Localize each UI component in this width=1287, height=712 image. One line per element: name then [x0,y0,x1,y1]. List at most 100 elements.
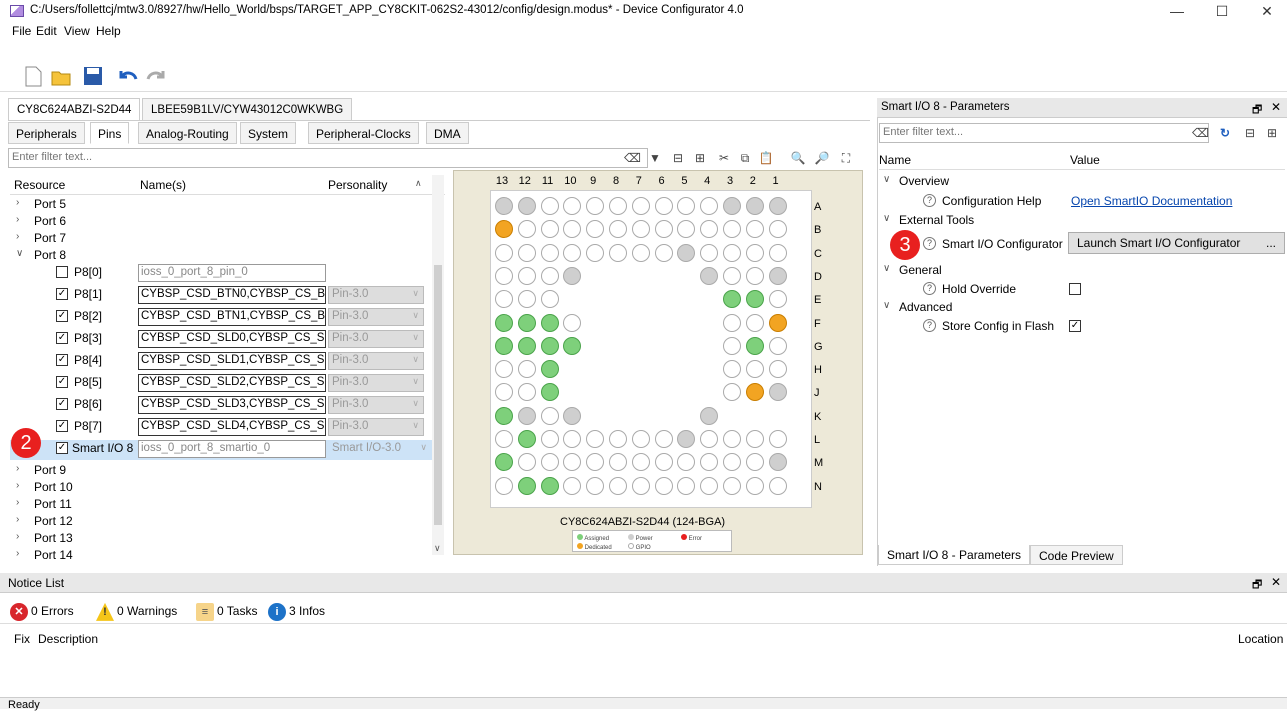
package-pin-ball[interactable] [586,453,605,472]
package-pin-ball[interactable] [540,336,559,355]
package-pin-ball[interactable] [517,476,536,495]
smartio-personality-select[interactable]: Smart I/O-3.0 ∨ [328,440,432,458]
tab-peripheral-clocks[interactable]: Peripheral-Clocks [308,122,419,144]
package-pin-ball[interactable] [745,453,764,472]
package-pin-ball[interactable] [723,266,741,285]
package-pin-ball[interactable] [745,336,764,355]
tree-port-9[interactable]: › Port 9 [10,462,430,479]
package-pin-ball[interactable] [609,197,627,215]
personality-select[interactable]: Pin-3.0 ∨ [328,330,424,348]
pin-row-p8-5[interactable]: ✓ P8[5] CYBSP_CSD_SLD2,CYBSP_CS_SLD2 Pin… [10,374,430,394]
clear-filter-icon[interactable]: ⌫ [1192,125,1209,141]
collapse-all-icon[interactable]: ⊟ [670,150,686,166]
menu-help[interactable]: Help [96,24,121,38]
new-file-icon[interactable] [22,65,44,87]
package-pin-ball[interactable] [586,476,605,495]
package-pin-ball[interactable] [768,360,787,379]
pin-name-field[interactable]: CYBSP_CSD_SLD0,CYBSP_CS_SLD0 [138,330,326,348]
package-pin-ball[interactable] [540,266,559,285]
package-pin-ball[interactable] [540,406,559,425]
package-pin-ball[interactable] [540,476,559,495]
tab-dma[interactable]: DMA [426,122,469,144]
package-pin-ball[interactable] [495,336,513,355]
open-folder-icon[interactable] [50,65,72,87]
tab-analog-routing[interactable]: Analog-Routing [138,122,237,144]
pin-row-p8-7[interactable]: ✓ P8[7] CYBSP_CSD_SLD4,CYBSP_CS_SLD4 Pin… [10,418,430,438]
package-pin-ball[interactable] [495,430,513,448]
package-pin-ball[interactable] [540,290,559,309]
package-pin-ball[interactable] [495,243,513,262]
package-pin-ball[interactable] [540,383,559,402]
package-pin-ball[interactable] [745,383,764,402]
package-pin-ball[interactable] [540,313,559,332]
tree-port-8[interactable]: ∨ Port 8 [10,247,430,264]
close-panel-icon[interactable]: ✕ [1271,575,1281,589]
package-pin-ball[interactable] [495,406,513,425]
launch-smartio-configurator-button[interactable]: Launch Smart I/O Configurator ... [1068,232,1285,254]
package-pin-ball[interactable] [768,266,787,285]
tree-port-14[interactable]: › Port 14 [10,547,430,564]
pin-name-field[interactable]: CYBSP_CSD_SLD2,CYBSP_CS_SLD2 [138,374,326,392]
package-pin-ball[interactable] [563,266,582,285]
package-pin-ball[interactable] [586,430,605,448]
package-pin-ball[interactable] [540,220,559,239]
package-pin-ball[interactable] [495,197,513,215]
package-pin-ball[interactable] [723,243,741,262]
package-pin-ball[interactable] [517,290,536,309]
personality-select[interactable]: Pin-3.0 ∨ [328,418,424,436]
package-pin-ball[interactable] [654,220,673,239]
pin-enable-checkbox[interactable]: ✓ [56,398,68,410]
package-pin-ball[interactable] [563,430,582,448]
pins-filter-input[interactable]: Enter filter text... [8,148,648,168]
package-pin-ball[interactable] [700,220,719,239]
package-pin-ball[interactable] [768,476,787,495]
float-panel-icon[interactable]: 🗗 [1252,101,1262,120]
package-pin-ball[interactable] [563,453,582,472]
smartio-enable-checkbox[interactable]: ✓ [56,442,68,454]
package-pin-ball[interactable] [495,313,513,332]
scroll-down-icon[interactable]: ∨ [434,543,441,554]
package-pin-ball[interactable] [631,476,650,495]
package-pin-ball[interactable] [517,266,536,285]
help-icon[interactable]: ? [923,194,936,207]
package-pin-ball[interactable] [745,360,764,379]
tree-port-6[interactable]: › Port 6 [10,213,430,230]
undo-icon[interactable] [116,65,138,87]
tree-port-12[interactable]: › Port 12 [10,513,430,530]
minimize-button[interactable]: — [1157,0,1197,22]
hold-override-checkbox[interactable] [1069,283,1081,295]
package-pin-ball[interactable] [768,197,787,215]
pin-row-p8-2[interactable]: ✓ P8[2] CYBSP_CSD_BTN1,CYBSP_CS_BTN1 Pin… [10,308,430,328]
package-pin-ball[interactable] [677,197,696,215]
tree-scrollbar[interactable] [432,175,444,555]
group-general[interactable]: ∨ General [879,262,1285,280]
package-pin-ball[interactable] [586,243,605,262]
help-icon[interactable]: ? [923,319,936,332]
pin-enable-checkbox[interactable]: ✓ [56,354,68,366]
package-pin-ball[interactable] [654,430,673,448]
menu-file[interactable]: File [12,24,31,38]
package-pin-ball[interactable] [563,406,582,425]
package-pin-ball[interactable] [654,197,673,215]
package-pin-ball[interactable] [723,476,741,495]
tab-device-mcu[interactable]: CY8C624ABZI-S2D44 [8,98,141,120]
group-overview[interactable]: ∨ Overview [879,173,1285,191]
package-pin-ball[interactable] [677,453,696,472]
pin-row-p8-4[interactable]: ✓ P8[4] CYBSP_CSD_SLD1,CYBSP_CS_SLD1 Pin… [10,352,430,372]
package-pin-ball[interactable] [723,290,741,309]
package-pin-ball[interactable] [745,476,764,495]
package-pin-ball[interactable] [700,406,719,425]
package-pin-ball[interactable] [654,243,673,262]
tab-device-wifi[interactable]: LBEE59B1LV/CYW43012C0WKWBG [142,98,353,120]
pin-name-field[interactable]: CYBSP_CSD_SLD3,CYBSP_CS_SLD3 [138,396,326,414]
package-pin-ball[interactable] [586,220,605,239]
package-pin-ball[interactable] [768,383,787,402]
package-pin-ball[interactable] [723,430,741,448]
package-pin-ball[interactable] [495,266,513,285]
package-pin-ball[interactable] [495,453,513,472]
package-pin-ball[interactable] [723,336,741,355]
package-pin-ball[interactable] [700,453,719,472]
tab-system[interactable]: System [240,122,297,144]
col-personality[interactable]: Personality [328,178,387,192]
package-pin-ball[interactable] [631,243,650,262]
